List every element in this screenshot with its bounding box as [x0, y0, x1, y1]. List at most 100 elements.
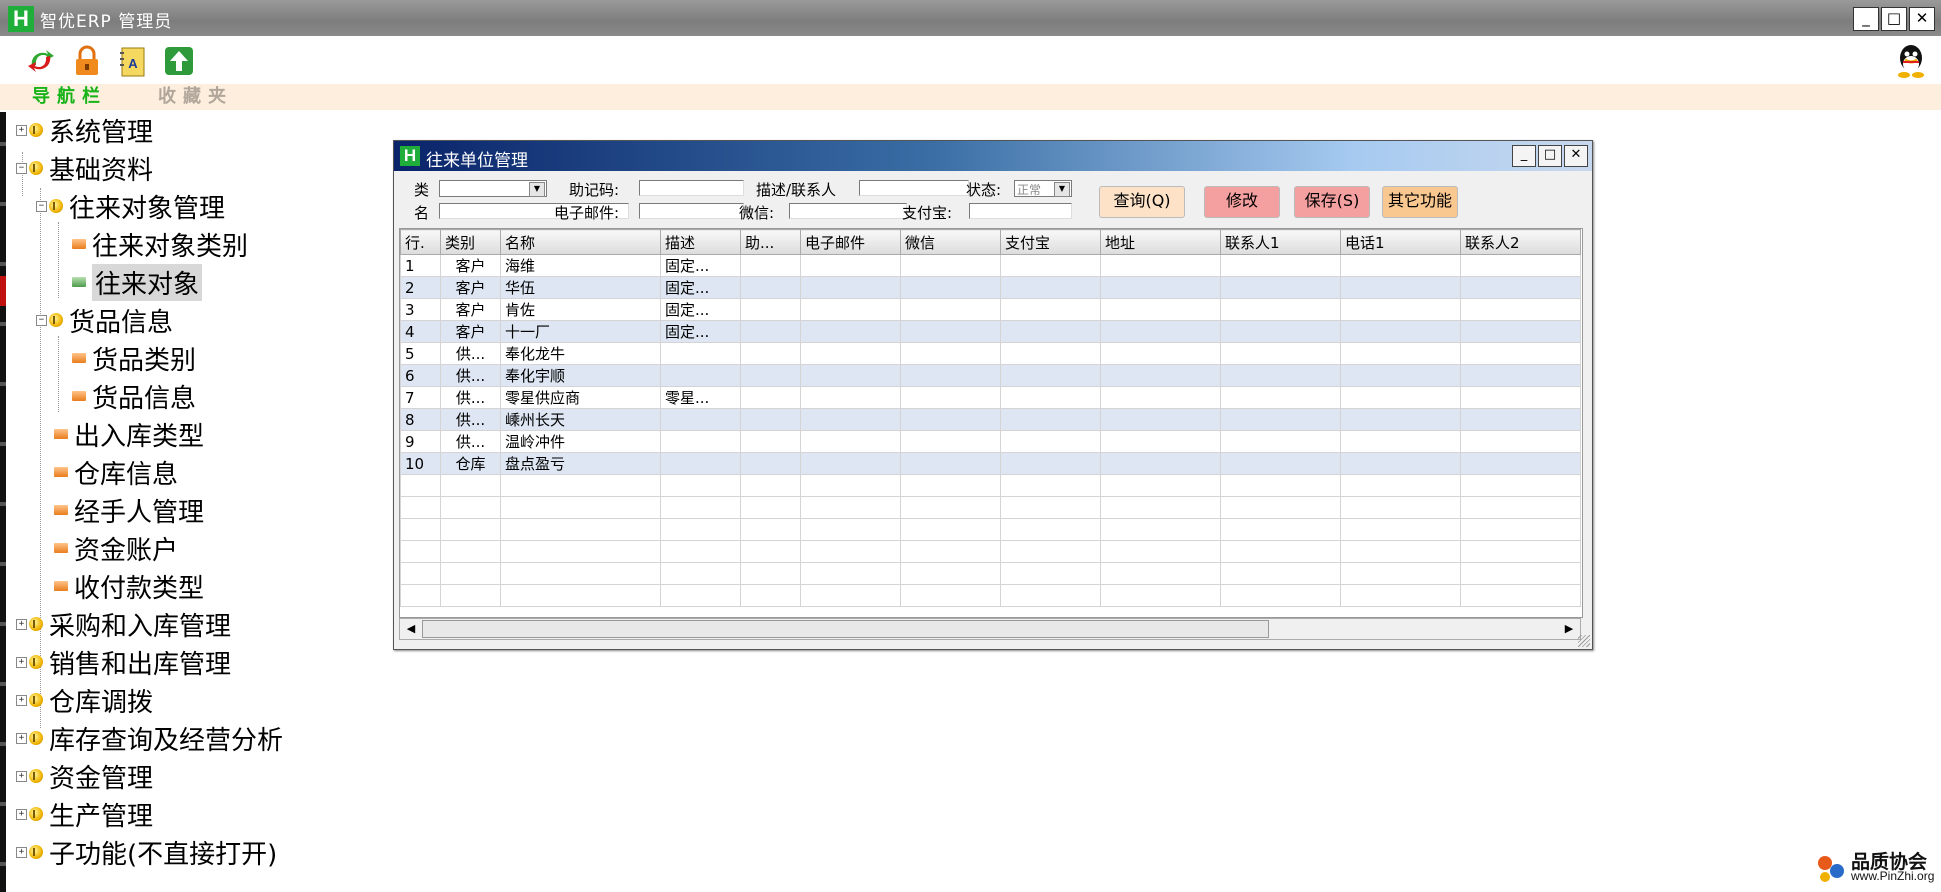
table-cell[interactable]: 供... [440, 386, 501, 409]
collapse-icon[interactable]: − [16, 162, 27, 174]
table-cell[interactable] [440, 496, 501, 519]
mnemonic-input[interactable] [639, 180, 744, 196]
table-cell[interactable]: 盘点盈亏 [500, 452, 661, 475]
table-cell[interactable] [740, 298, 801, 321]
table-cell[interactable] [740, 430, 801, 453]
table-cell[interactable] [900, 540, 1001, 563]
tree-node-goods-info-leaf[interactable]: 货品信息 [72, 378, 196, 414]
table-cell[interactable] [660, 518, 741, 541]
table-cell[interactable] [1340, 452, 1461, 475]
table-cell[interactable] [1340, 430, 1461, 453]
table-row[interactable]: 3 客户 肯佐 固定... [400, 298, 1581, 321]
table-cell[interactable] [660, 540, 741, 563]
table-cell[interactable] [1340, 254, 1461, 277]
status-select[interactable]: 正常 ▼ [1014, 180, 1072, 197]
table-cell[interactable] [1100, 430, 1221, 453]
table-cell[interactable] [1340, 276, 1461, 299]
table-cell[interactable]: 6 [400, 364, 441, 387]
table-row[interactable]: 9 供... 温岭冲件 [400, 430, 1581, 453]
table-cell[interactable] [1460, 540, 1581, 563]
table-cell[interactable] [900, 584, 1001, 607]
table-row[interactable]: 4 客户 十一厂 固定... [400, 320, 1581, 343]
table-cell[interactable] [1340, 364, 1461, 387]
table-cell[interactable] [1460, 518, 1581, 541]
tree-node-goods-category[interactable]: 货品类别 [72, 340, 196, 376]
column-header[interactable]: 联系人2 [1460, 229, 1581, 255]
table-cell[interactable] [800, 496, 901, 519]
column-header[interactable]: 电子邮件 [800, 229, 901, 255]
table-cell[interactable] [1220, 276, 1341, 299]
scroll-thumb[interactable] [422, 620, 1269, 638]
table-cell[interactable] [740, 540, 801, 563]
table-cell[interactable] [500, 518, 661, 541]
main-titlebar[interactable]: H 智优ERP 管理员 _ □ ✕ [0, 0, 1941, 36]
table-cell[interactable] [500, 562, 661, 585]
table-cell[interactable]: 供... [440, 408, 501, 431]
table-cell[interactable] [400, 584, 441, 607]
table-cell[interactable]: 2 [400, 276, 441, 299]
table-cell[interactable] [1000, 364, 1101, 387]
qq-icon[interactable] [1893, 42, 1929, 80]
table-cell[interactable] [1100, 386, 1221, 409]
table-cell[interactable] [1460, 562, 1581, 585]
table-cell[interactable] [1220, 408, 1341, 431]
column-header[interactable]: 地址 [1100, 229, 1221, 255]
column-header[interactable]: 行. [400, 229, 441, 255]
table-cell[interactable] [800, 584, 901, 607]
table-cell[interactable] [800, 386, 901, 409]
table-row[interactable] [400, 584, 1581, 607]
expand-icon[interactable]: + [16, 808, 27, 820]
table-cell[interactable]: 客户 [440, 276, 501, 299]
column-header[interactable]: 联系人1 [1220, 229, 1341, 255]
table-cell[interactable] [1220, 496, 1341, 519]
wechat-input[interactable] [789, 203, 907, 219]
table-cell[interactable] [1340, 408, 1461, 431]
table-cell[interactable] [1220, 474, 1341, 497]
table-cell[interactable] [400, 474, 441, 497]
table-cell[interactable] [1000, 562, 1101, 585]
table-cell[interactable] [1460, 342, 1581, 365]
table-cell[interactable]: 零星... [660, 386, 741, 409]
table-cell[interactable] [900, 562, 1001, 585]
tree-node-subfunc[interactable]: + 子功能(不直接打开) [16, 834, 277, 870]
table-cell[interactable] [800, 408, 901, 431]
table-cell[interactable] [1220, 452, 1341, 475]
table-cell[interactable]: 奉化龙牛 [500, 342, 661, 365]
table-cell[interactable] [1460, 320, 1581, 343]
table-cell[interactable] [1340, 298, 1461, 321]
horizontal-scrollbar[interactable]: ◀ ▶ [399, 618, 1581, 640]
table-cell[interactable] [660, 562, 741, 585]
table-cell[interactable] [1100, 562, 1221, 585]
table-cell[interactable] [900, 452, 1001, 475]
tree-node-partner-category[interactable]: 往来对象类别 [72, 226, 248, 262]
collapse-icon[interactable]: − [36, 200, 47, 212]
table-cell[interactable] [900, 386, 1001, 409]
maximize-button[interactable]: □ [1881, 7, 1907, 31]
table-cell[interactable] [1460, 276, 1581, 299]
column-header[interactable]: 名称 [500, 229, 661, 255]
table-row[interactable]: 7 供... 零星供应商 零星... [400, 386, 1581, 409]
table-cell[interactable] [800, 364, 901, 387]
table-cell[interactable] [1460, 386, 1581, 409]
table-cell[interactable]: 仓库 [440, 452, 501, 475]
table-row[interactable]: 8 供... 嵊州长天 [400, 408, 1581, 431]
table-cell[interactable] [900, 408, 1001, 431]
table-cell[interactable] [1220, 386, 1341, 409]
table-row[interactable] [400, 540, 1581, 563]
table-cell[interactable] [800, 276, 901, 299]
table-row[interactable]: 2 客户 华伍 固定... [400, 276, 1581, 299]
table-cell[interactable] [800, 518, 901, 541]
desc-contact-input[interactable] [859, 180, 969, 196]
alipay-input[interactable] [969, 203, 1072, 219]
table-cell[interactable] [900, 518, 1001, 541]
collapse-icon[interactable]: − [36, 314, 47, 326]
column-header[interactable]: 类别 [440, 229, 501, 255]
table-cell[interactable] [660, 408, 741, 431]
table-cell[interactable] [900, 364, 1001, 387]
child-window-titlebar[interactable]: H 往来单位管理 _ □ ✕ [394, 141, 1592, 171]
tree-node-partner[interactable]: 往来对象 [72, 263, 203, 301]
table-cell[interactable] [1340, 496, 1461, 519]
column-header[interactable]: 支付宝 [1000, 229, 1101, 255]
tree-node-inventory[interactable]: + 库存查询及经营分析 [16, 720, 283, 756]
table-cell[interactable] [900, 430, 1001, 453]
